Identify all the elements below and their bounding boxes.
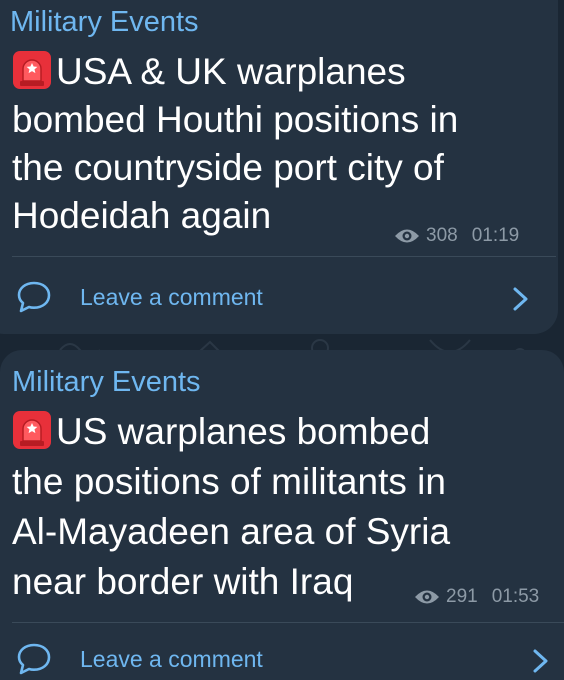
message-meta: 291 01:53 <box>414 586 539 608</box>
message-line-4: near border with Iraq <box>12 561 354 602</box>
message-time: 01:19 <box>471 225 520 246</box>
leave-comment-label: Leave a comment <box>80 645 263 672</box>
leave-comment-label: Leave a comment <box>80 283 263 310</box>
chat-background: Military Events USA & UK warplanes bombe… <box>0 0 564 680</box>
comment-divider <box>12 622 564 623</box>
leave-comment-button[interactable]: Leave a comment <box>16 642 564 676</box>
channel-name[interactable]: Military Events <box>10 6 199 39</box>
views-count: 291 <box>446 586 478 607</box>
siren-icon <box>13 51 51 89</box>
message-bubble[interactable]: Military Events US warplanes bombed the … <box>0 350 564 680</box>
views-eye-icon <box>415 590 439 604</box>
comment-divider <box>12 256 556 257</box>
message-bubble[interactable]: Military Events USA & UK warplanes bombe… <box>0 0 558 334</box>
message-line-1: USA & UK warplanes <box>56 51 406 92</box>
message-time: 01:53 <box>491 586 540 607</box>
message-meta: 308 01:19 <box>394 225 519 247</box>
message-line-1: US warplanes bombed <box>56 411 431 452</box>
siren-icon <box>13 411 51 449</box>
message-line: USA & UK warplanes <box>12 48 406 96</box>
channel-name[interactable]: Military Events <box>12 366 201 399</box>
chevron-right-icon[interactable] <box>512 286 530 312</box>
message-line: US warplanes bombed <box>12 408 430 456</box>
chevron-right-icon[interactable] <box>532 648 550 674</box>
comment-bubble-icon <box>17 281 51 313</box>
views-count: 308 <box>426 225 458 246</box>
message-line-4: Hodeidah again <box>12 195 272 236</box>
message-line-3: Al-Mayadeen area of Syria <box>12 511 451 552</box>
message-line-2: bombed Houthi positions in <box>12 99 459 140</box>
message-line-2: the positions of militants in <box>12 461 446 502</box>
comment-bubble-icon <box>17 643 51 675</box>
message-line-3: the countryside port city of <box>12 147 444 188</box>
leave-comment-button[interactable]: Leave a comment <box>16 280 546 314</box>
views-eye-icon <box>395 229 419 243</box>
